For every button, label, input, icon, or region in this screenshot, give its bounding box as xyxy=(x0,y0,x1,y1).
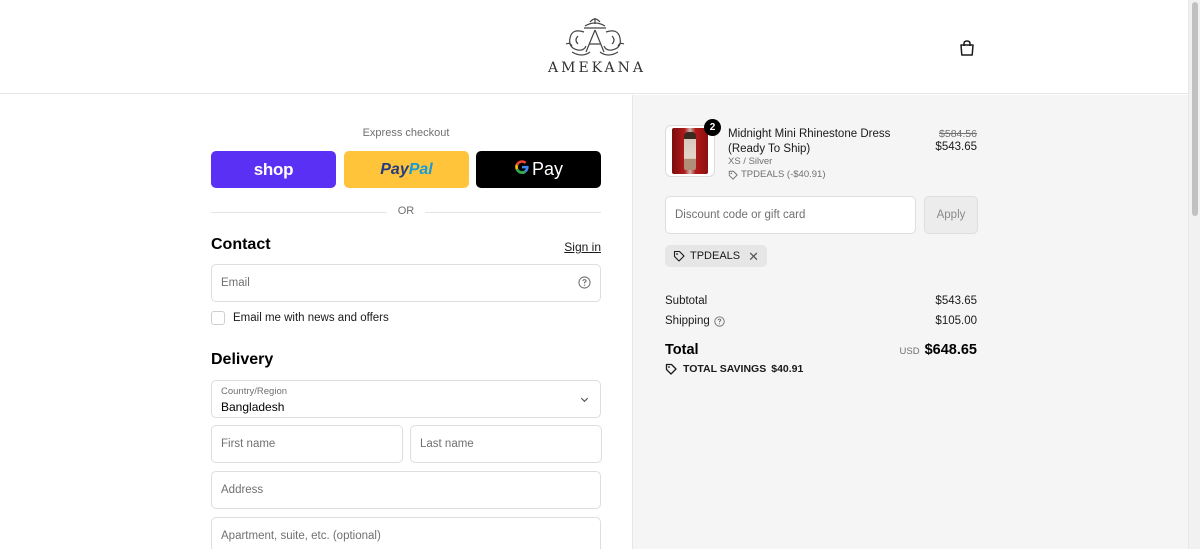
applied-code-chip: TPDEALS ✕ xyxy=(665,245,768,267)
checkout-header: AMEKANA xyxy=(0,0,1188,94)
country-label: Country/Region xyxy=(221,386,288,397)
subtotal-text: Subtotal xyxy=(665,295,708,307)
newsletter-label: Email me with news and offers xyxy=(233,312,389,324)
country-value: Bangladesh xyxy=(221,400,285,414)
applied-code: TPDEALS xyxy=(690,250,741,262)
total-amount: $648.65 xyxy=(924,342,977,358)
google-pay-label: Pay xyxy=(531,159,564,179)
or-divider: OR xyxy=(211,205,601,219)
chevron-down-icon xyxy=(580,397,589,403)
first-name-field[interactable]: First name xyxy=(211,425,403,463)
apply-label: Apply xyxy=(936,209,966,221)
help-circle-icon[interactable] xyxy=(714,315,725,327)
crest-icon xyxy=(565,18,625,56)
shopping-bag-icon[interactable] xyxy=(957,38,977,58)
product-thumbnail: 2 xyxy=(665,119,721,177)
or-text: OR xyxy=(391,205,421,217)
subtotal-value: $543.65 xyxy=(935,295,977,307)
remove-code-icon[interactable]: ✕ xyxy=(748,250,759,263)
delivery-heading: Delivery xyxy=(211,351,274,368)
sign-in-link[interactable]: Sign in xyxy=(564,240,601,254)
currency-code: USD xyxy=(899,346,920,357)
order-summary: 2 Midnight Mini Rhinestone Dress (Ready … xyxy=(632,95,1188,549)
paypal-label-part2: Pal xyxy=(408,160,433,178)
shop-pay-button[interactable]: shop xyxy=(211,151,336,188)
shipping-label: Shipping xyxy=(665,315,725,327)
country-select[interactable]: Country/Region Bangladesh xyxy=(211,380,601,418)
last-name-placeholder: Last name xyxy=(420,438,474,450)
shop-pay-label: shop xyxy=(253,159,294,179)
brand-name: AMEKANA xyxy=(548,60,647,76)
quantity-badge: 2 xyxy=(704,119,721,136)
apply-button[interactable]: Apply xyxy=(924,196,978,234)
product-variant: XS / Silver xyxy=(728,156,773,167)
paypal-button[interactable]: Pay Pal xyxy=(344,151,469,188)
express-checkout-label: Express checkout xyxy=(362,127,450,139)
google-g-icon xyxy=(514,159,530,180)
product-image-figure xyxy=(684,132,696,170)
discount-code-input[interactable]: Discount code or gift card xyxy=(665,196,916,234)
google-pay-button[interactable]: Pay xyxy=(476,151,601,188)
tag-icon xyxy=(665,363,677,375)
newsletter-option[interactable]: Email me with news and offers xyxy=(211,310,389,326)
scrollbar-thumb[interactable] xyxy=(1192,2,1198,216)
address-placeholder: Address xyxy=(221,484,264,496)
original-price: $584.56 xyxy=(939,128,977,140)
discount-placeholder: Discount code or gift card xyxy=(675,209,806,221)
help-circle-icon[interactable] xyxy=(578,276,591,289)
first-name-placeholder: First name xyxy=(221,438,276,450)
total-savings: TOTAL SAVINGS $40.91 xyxy=(665,363,803,375)
email-placeholder: Email xyxy=(221,277,250,289)
apartment-placeholder: Apartment, suite, etc. (optional) xyxy=(221,530,381,542)
contact-heading: Contact xyxy=(211,236,271,253)
shipping-value: $105.00 xyxy=(935,315,977,327)
product-discount-text: TPDEALS (-$40.91) xyxy=(741,169,826,180)
tag-icon xyxy=(673,250,685,262)
apartment-field[interactable]: Apartment, suite, etc. (optional) xyxy=(211,517,601,549)
brand-logo[interactable]: AMEKANA xyxy=(548,14,647,80)
product-discount: TPDEALS (-$40.91) xyxy=(728,169,825,180)
product-name: Midnight Mini Rhinestone Dress (Ready To… xyxy=(728,128,891,155)
newsletter-checkbox[interactable] xyxy=(211,311,225,325)
savings-value: $40.91 xyxy=(771,363,804,375)
total-label: Total xyxy=(665,342,699,358)
total-value: USD $648.65 xyxy=(900,342,977,358)
email-field[interactable]: Email xyxy=(211,264,601,302)
tag-icon xyxy=(728,170,738,180)
shipping-text: Shipping xyxy=(665,315,710,327)
page-scrollbar[interactable] xyxy=(1188,0,1200,549)
address-field[interactable]: Address xyxy=(211,471,601,509)
last-name-field[interactable]: Last name xyxy=(410,425,602,463)
subtotal-label: Subtotal xyxy=(665,295,707,307)
paypal-label-part1: Pay xyxy=(380,160,409,178)
discounted-price: $543.65 xyxy=(935,141,977,153)
savings-label: TOTAL SAVINGS xyxy=(683,363,767,375)
